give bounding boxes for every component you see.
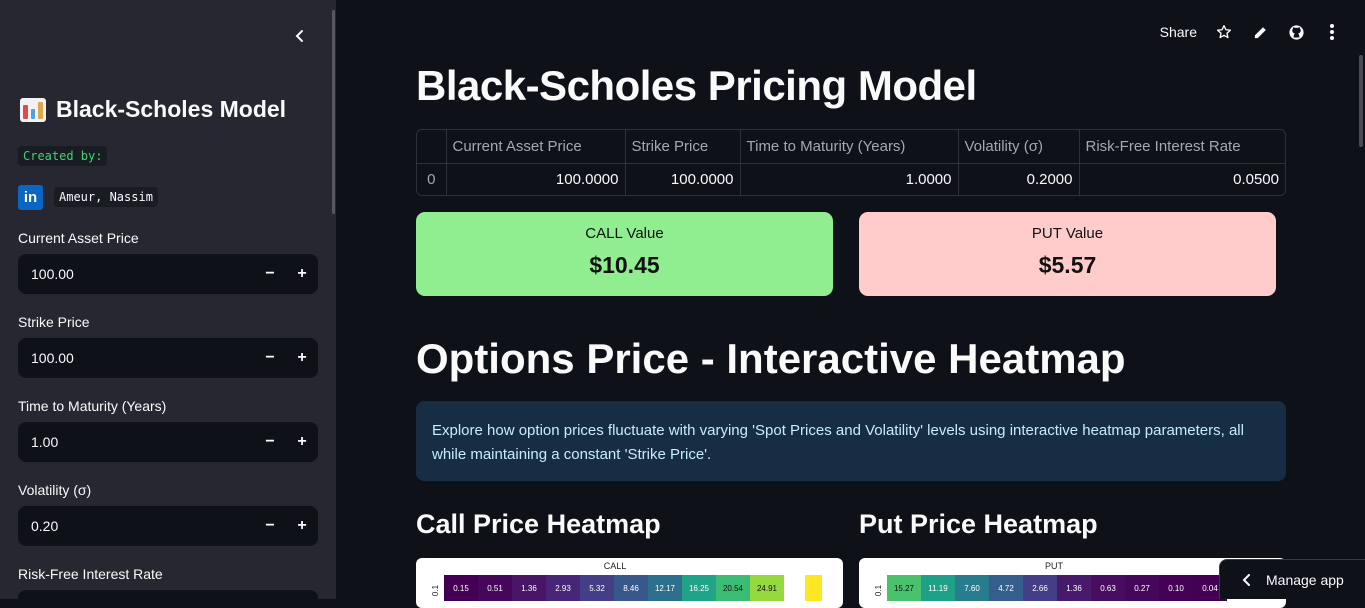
heatmap-cell[interactable]: 1.36 bbox=[1057, 575, 1091, 601]
decrement-button[interactable]: − bbox=[254, 338, 286, 378]
heatmap-cell[interactable]: 20.54 bbox=[716, 575, 750, 601]
heatmap-cell[interactable]: 8.46 bbox=[614, 575, 648, 601]
heatmap-cell[interactable]: 4.72 bbox=[989, 575, 1023, 601]
call-value-amount: $10.45 bbox=[589, 252, 660, 278]
current-asset-price-value[interactable]: 100.00 bbox=[18, 266, 254, 282]
heatmap-cell[interactable]: 11.19 bbox=[921, 575, 955, 601]
table-header[interactable]: Strike Price bbox=[625, 130, 741, 164]
table-cell: 0 bbox=[417, 163, 447, 195]
strike-price-label: Strike Price bbox=[18, 314, 90, 330]
call-heatmap-heading: Call Price Heatmap bbox=[416, 509, 661, 539]
strike-price-value[interactable]: 100.00 bbox=[18, 350, 254, 366]
github-icon[interactable] bbox=[1287, 20, 1305, 44]
heatmap-cell[interactable]: 5.32 bbox=[580, 575, 614, 601]
created-by-label: Created by: bbox=[18, 146, 108, 166]
put-value-label: PUT Value bbox=[1031, 225, 1104, 242]
sidebar-title: Black-Scholes Model bbox=[20, 96, 286, 123]
heatmap-title: PUT bbox=[1045, 561, 1063, 571]
heatmap-row: 0.15 0.51 1.36 2.93 5.32 8.46 12.17 16.25 20.54 2… bbox=[444, 575, 784, 601]
current-asset-price-input[interactable]: 100.00 − + bbox=[18, 254, 318, 294]
table-header[interactable]: Risk-Free Interest Rate bbox=[1079, 130, 1285, 164]
volatility-value[interactable]: 0.20 bbox=[18, 518, 254, 534]
time-to-maturity-input[interactable]: 1.00 − + bbox=[18, 422, 318, 462]
call-value-card: CALL Value $10.45 bbox=[416, 212, 833, 296]
heatmap-colorbar bbox=[805, 575, 822, 601]
info-box: Explore how option prices fluctuate with… bbox=[416, 401, 1286, 481]
heatmap-title: CALL bbox=[603, 561, 627, 571]
table-header[interactable]: Time to Maturity (Years) bbox=[740, 130, 959, 164]
star-icon[interactable] bbox=[1215, 20, 1233, 44]
collapse-sidebar-button[interactable] bbox=[288, 24, 312, 48]
sidebar: Black-Scholes Model Created by: in Ameur… bbox=[0, 0, 336, 599]
main-content: Share Black-Scholes Pricing Model Curren… bbox=[336, 0, 1365, 608]
author-name[interactable]: Ameur, Nassim bbox=[54, 187, 158, 207]
increment-button[interactable]: + bbox=[286, 422, 318, 462]
put-heatmap-heading: Put Price Heatmap bbox=[859, 509, 1098, 539]
edit-icon[interactable] bbox=[1251, 20, 1269, 44]
risk-free-rate-label: Risk-Free Interest Rate bbox=[18, 566, 163, 582]
strike-price-input[interactable]: 100.00 − + bbox=[18, 338, 318, 378]
time-to-maturity-label: Time to Maturity (Years) bbox=[18, 398, 167, 414]
table-header bbox=[417, 130, 447, 164]
heatmap-cell[interactable]: 7.60 bbox=[955, 575, 989, 601]
table-cell[interactable]: 0.0500 bbox=[1079, 163, 1285, 195]
table-cell[interactable]: 1.0000 bbox=[740, 163, 959, 195]
heatmap-cell[interactable]: 0.15 bbox=[444, 575, 478, 601]
put-value-card: PUT Value $5.57 bbox=[859, 212, 1276, 296]
decrement-button[interactable]: − bbox=[254, 422, 286, 462]
risk-free-rate-input[interactable] bbox=[18, 590, 318, 599]
call-value-label: CALL Value bbox=[585, 225, 664, 242]
volatility-input[interactable]: 0.20 − + bbox=[18, 506, 318, 546]
table-header[interactable]: Volatility (σ) bbox=[958, 130, 1080, 164]
table-row: 0 100.0000 100.0000 1.0000 0.2000 0.0500 bbox=[417, 163, 1285, 195]
time-to-maturity-value[interactable]: 1.00 bbox=[18, 434, 254, 450]
share-button[interactable]: Share bbox=[1160, 24, 1197, 40]
table-header-row: Current Asset Price Strike Price Time to… bbox=[417, 130, 1285, 164]
heatmap-cell[interactable]: 0.51 bbox=[478, 575, 512, 601]
table-header[interactable]: Current Asset Price bbox=[446, 130, 626, 164]
heatmap-y-tick: 0.1 bbox=[431, 584, 441, 597]
linkedin-icon[interactable]: in bbox=[18, 185, 43, 210]
heatmap-cell[interactable]: 0.63 bbox=[1091, 575, 1125, 601]
parameters-table[interactable]: Current Asset Price Strike Price Time to… bbox=[416, 129, 1286, 196]
top-toolbar: Share bbox=[1160, 20, 1341, 44]
increment-button[interactable]: + bbox=[286, 254, 318, 294]
table-cell[interactable]: 0.2000 bbox=[958, 163, 1080, 195]
bar-chart-icon bbox=[20, 97, 46, 122]
table-cell[interactable]: 100.0000 bbox=[625, 163, 741, 195]
heatmap-cell[interactable]: 12.17 bbox=[648, 575, 682, 601]
section-title: Options Price - Interactive Heatmap bbox=[416, 335, 1126, 382]
manage-app-button[interactable]: Manage app bbox=[1219, 559, 1365, 599]
chevron-left-icon bbox=[295, 30, 303, 42]
sidebar-title-text: Black-Scholes Model bbox=[56, 96, 287, 122]
volatility-label: Volatility (σ) bbox=[18, 482, 92, 498]
heatmap-cell[interactable]: 15.27 bbox=[887, 575, 921, 601]
decrement-button[interactable]: − bbox=[254, 254, 286, 294]
table-cell[interactable]: 100.0000 bbox=[446, 163, 626, 195]
manage-app-label: Manage app bbox=[1266, 571, 1344, 588]
put-value-amount: $5.57 bbox=[1038, 252, 1097, 278]
heatmap-cell[interactable]: 0.27 bbox=[1125, 575, 1159, 601]
heatmap-cell[interactable]: 2.66 bbox=[1023, 575, 1057, 601]
increment-button[interactable]: + bbox=[286, 506, 318, 546]
heatmap-cell[interactable]: 0.10 bbox=[1159, 575, 1193, 601]
chevron-left-icon bbox=[1242, 573, 1250, 586]
heatmap-row: 15.27 11.19 7.60 4.72 2.66 1.36 0.63 0.27 0.10 0.… bbox=[887, 575, 1227, 601]
heatmap-cell[interactable]: 16.25 bbox=[682, 575, 716, 601]
page-title: Black-Scholes Pricing Model bbox=[416, 62, 977, 109]
call-heatmap-chart[interactable]: CALL 0.1 0.15 0.51 1.36 2.93 5.32 8.46 12.17 16… bbox=[416, 558, 843, 608]
heatmap-cell[interactable]: 2.93 bbox=[546, 575, 580, 601]
decrement-button[interactable]: − bbox=[254, 506, 286, 546]
current-asset-price-label: Current Asset Price bbox=[18, 230, 139, 246]
sidebar-scrollbar[interactable] bbox=[332, 10, 335, 214]
increment-button[interactable]: + bbox=[286, 338, 318, 378]
heatmap-y-tick: 0.1 bbox=[874, 584, 884, 597]
heatmap-cell[interactable]: 24.91 bbox=[750, 575, 784, 601]
heatmap-cell[interactable]: 1.36 bbox=[512, 575, 546, 601]
main-scrollbar[interactable] bbox=[1359, 55, 1363, 147]
more-options-icon[interactable] bbox=[1323, 20, 1341, 44]
